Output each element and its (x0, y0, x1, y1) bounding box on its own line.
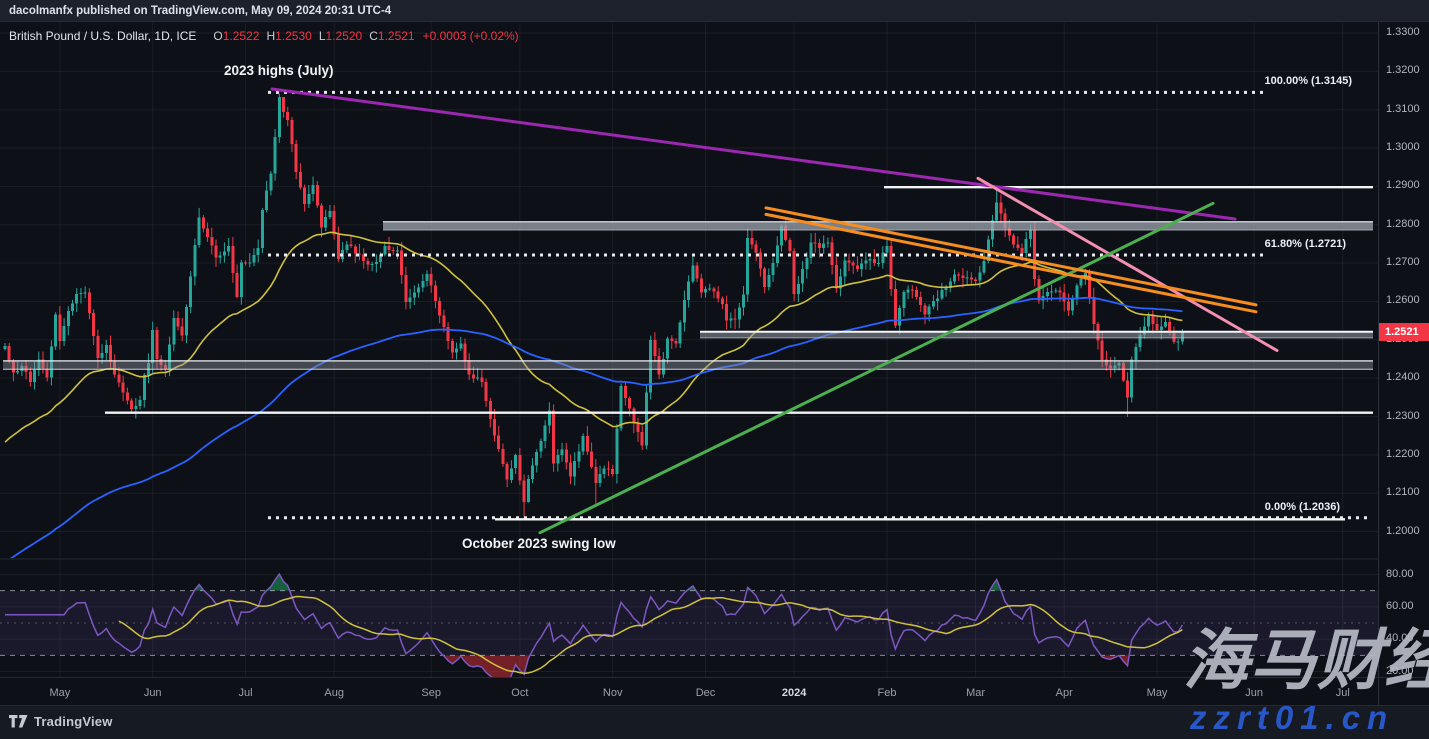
high-label: H (266, 29, 275, 43)
publish-info-bar: dacolmanfx published on TradingView.com,… (0, 0, 1429, 22)
price-tick-label: 1.2100 (1386, 486, 1420, 498)
time-tick-label: Feb (877, 687, 896, 699)
time-tick-label: Jul (239, 687, 253, 699)
rsi-band (0, 591, 1378, 656)
price-tick-label: 1.3100 (1386, 103, 1420, 115)
fib-label-0: 0.00% (1.2036) (1265, 501, 1340, 513)
symbol-legend[interactable]: British Pound / U.S. Dollar, 1D, ICEO1.2… (9, 29, 519, 43)
drawings (3, 89, 1373, 533)
close-value: 1.2521 (378, 29, 415, 43)
price-tick-label: 1.2300 (1386, 410, 1420, 422)
rsi-tick-label: 80.00 (1386, 568, 1414, 580)
watermark-url: zzrt01.cn (1190, 699, 1394, 737)
zone-1-2445 (3, 361, 1373, 369)
time-tick-label: Apr (1056, 687, 1073, 699)
price-tick-label: 1.2000 (1386, 525, 1420, 537)
time-tick-label: Jun (144, 687, 162, 699)
time-tick-label: Dec (696, 687, 716, 699)
time-tick-label: Aug (324, 687, 344, 699)
gridlines (0, 23, 1378, 677)
low-value: 1.2520 (326, 29, 363, 43)
tradingview-published-chart: dacolmanfx published on TradingView.com,… (0, 0, 1429, 739)
price-tick-label: 1.2400 (1386, 371, 1420, 383)
chart-canvas[interactable] (0, 0, 1378, 705)
tradingview-logo-link[interactable]: TradingView (9, 714, 113, 729)
price-tick-label: 1.2600 (1386, 294, 1420, 306)
price-tick-label: 1.3300 (1386, 26, 1420, 38)
watermark-chinese: 海马财经 (1183, 626, 1429, 695)
tradingview-icon (9, 714, 28, 729)
time-tick-label: Mar (966, 687, 985, 699)
price-tick-label: 1.2900 (1386, 179, 1420, 191)
time-tick-label: Oct (511, 687, 528, 699)
price-tick-label: 1.2700 (1386, 256, 1420, 268)
chart-svg (0, 0, 1378, 705)
price-axis[interactable]: 1.2521 1.3300 1.3200 1.3100 1.3000 1.2900 1.2… (1378, 22, 1429, 705)
symbol-title: British Pound / U.S. Dollar, 1D, ICE (9, 29, 196, 43)
fib-label-100: 100.00% (1.3145) (1265, 75, 1352, 87)
time-tick-label: 2024 (782, 687, 806, 699)
change-value: +0.0003 (+0.02%) (423, 29, 519, 43)
time-tick-label: May (1147, 687, 1168, 699)
rsi-tick-label: 60.00 (1386, 600, 1414, 612)
time-tick-label: May (49, 687, 70, 699)
annotation-october-swing-low: October 2023 swing low (462, 536, 616, 551)
annotation-2023-highs: 2023 highs (July) (224, 63, 334, 78)
publish-info-text: dacolmanfx published on TradingView.com,… (9, 5, 391, 17)
last-price-tag: 1.2521 (1379, 323, 1429, 341)
time-tick-label: Nov (603, 687, 623, 699)
fib-label-618: 61.80% (1.2721) (1265, 238, 1346, 250)
high-value: 1.2530 (275, 29, 312, 43)
tradingview-brand-text: TradingView (34, 714, 113, 729)
open-value: 1.2522 (223, 29, 260, 43)
time-tick-label: Sep (421, 687, 441, 699)
price-tick-label: 1.3200 (1386, 64, 1420, 76)
price-tick-label: 1.3000 (1386, 141, 1420, 153)
price-tick-label: 1.2200 (1386, 448, 1420, 460)
low-label: L (319, 29, 326, 43)
price-tick-label: 1.2800 (1386, 218, 1420, 230)
moving-averages (5, 232, 1182, 562)
close-label: C (369, 29, 378, 43)
open-label: O (213, 29, 222, 43)
trendline-purple-2023-downtrend (272, 89, 1235, 219)
